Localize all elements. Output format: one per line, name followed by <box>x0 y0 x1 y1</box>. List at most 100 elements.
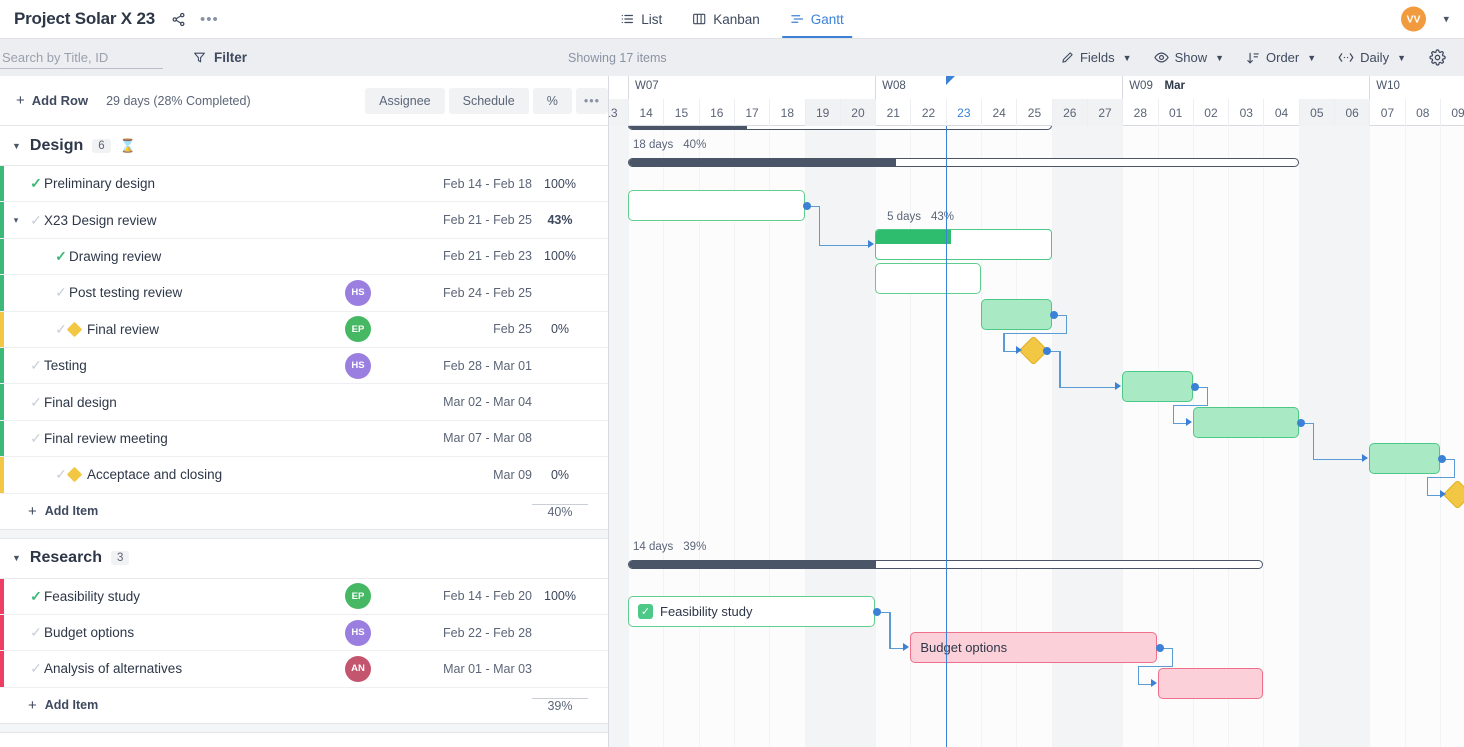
dependency-start-dot[interactable] <box>1296 418 1305 427</box>
fields-chevron-down-icon[interactable]: ▼ <box>1123 53 1132 63</box>
column-more-icon[interactable]: ••• <box>575 87 608 114</box>
task-list: ▼Design6⌛▼✓Preliminary designFeb 14 - Fe… <box>0 126 608 733</box>
gantt-summary-bar[interactable] <box>628 158 1299 167</box>
row-check-icon[interactable]: ✓ <box>28 394 44 411</box>
gantt-progress-bar[interactable] <box>875 229 1052 260</box>
share-icon[interactable] <box>171 12 186 27</box>
group-collapse-caret-icon[interactable]: ▼ <box>12 553 21 563</box>
row-check-icon[interactable]: ✓ <box>28 357 44 374</box>
fields-button[interactable]: Fields ▼ <box>1050 46 1143 69</box>
row-check-icon[interactable]: ✓ <box>28 212 44 229</box>
add-row-button[interactable]: + Add Row <box>16 92 88 109</box>
row-expand-caret-icon: ▼ <box>8 591 24 601</box>
gantt-task-bar[interactable] <box>1369 443 1440 474</box>
order-button[interactable]: Order ▼ <box>1235 46 1327 69</box>
table-row[interactable]: ▾ ✓ X23 Design review Feb 21 - Feb 25 43% <box>0 202 608 239</box>
gantt-task-bar[interactable] <box>981 299 1052 330</box>
add-item-row[interactable]: + Add Item 39% <box>0 687 608 724</box>
dependency-link <box>1312 422 1315 459</box>
avatar[interactable]: VV <box>1401 6 1426 32</box>
search-input[interactable] <box>0 46 163 69</box>
gantt-summary-progress-fill <box>629 561 877 568</box>
dependency-start-dot[interactable] <box>1042 346 1051 355</box>
dependency-start-dot[interactable] <box>1190 382 1199 391</box>
table-row[interactable]: ▼✓Final reviewEPFeb 250% <box>0 311 608 348</box>
table-row[interactable]: ▼ ✓Final design Mar 02 - Mar 04 <box>0 384 608 421</box>
tab-list[interactable]: List <box>618 0 664 38</box>
add-item-label: Add Item <box>44 504 99 519</box>
gantt-bar-caption: 5 days 43% <box>887 211 954 223</box>
row-expand-caret-icon[interactable]: ▾ <box>8 215 24 226</box>
gantt-task-bar[interactable]: Budget options <box>910 632 1158 663</box>
table-row[interactable]: ▼ ✓Post testing review HS Feb 24 - Feb 25 <box>0 275 608 312</box>
row-check-icon[interactable]: ✓ <box>28 175 44 192</box>
assignee-avatar[interactable]: AN <box>345 655 371 682</box>
gantt-task-bar[interactable]: ✓ Feasibility study <box>628 596 876 627</box>
add-item-button[interactable]: + Add Item <box>28 697 98 714</box>
bar-check-icon[interactable]: ✓ <box>638 604 653 619</box>
table-row[interactable]: ▼ ✓Testing HS Feb 28 - Mar 01 <box>0 347 608 385</box>
header-more-icon[interactable]: ••• <box>200 11 219 28</box>
filter-button[interactable]: Filter <box>193 50 247 65</box>
schedule-cell: Feb 21 - Feb 25 <box>443 213 532 228</box>
table-row[interactable]: ▼ ✓Drawing review Feb 21 - Feb 23 100% <box>0 238 608 276</box>
assignee-avatar[interactable]: EP <box>345 583 371 610</box>
user-menu-chevron-down-icon[interactable]: ▾ <box>1443 13 1449 26</box>
table-row[interactable]: ▼✓Acceptace and closingMar 090% <box>0 457 608 494</box>
timeline-header: W07 W08 W09 Mar W10 131415161718192021222324… <box>609 76 1464 126</box>
order-chevron-down-icon[interactable]: ▼ <box>1307 53 1316 63</box>
gantt-task-bar[interactable] <box>1122 371 1193 402</box>
assignee-avatar[interactable]: HS <box>345 352 371 379</box>
group-collapse-caret-icon[interactable]: ▼ <box>12 141 21 151</box>
table-row[interactable]: ▼ ✓Preliminary design Feb 14 - Feb 18 100% <box>0 166 608 203</box>
table-row[interactable]: ▼ ✓Final review meeting Mar 07 - Mar 08 <box>0 420 608 458</box>
row-status-accent <box>0 347 4 384</box>
show-button[interactable]: Show ▼ <box>1143 46 1235 69</box>
group-count: 3 <box>110 551 130 566</box>
row-check-icon[interactable]: ✓ <box>28 624 44 641</box>
gantt-task-bar[interactable] <box>875 263 981 294</box>
eye-icon <box>1153 50 1169 65</box>
row-expand-caret-icon: ▼ <box>8 179 24 189</box>
add-item-button[interactable]: + Add Item <box>28 503 98 520</box>
zoom-chevron-down-icon[interactable]: ▼ <box>1397 53 1406 63</box>
gantt-task-bar[interactable] <box>1157 668 1264 699</box>
dependency-link <box>818 205 821 245</box>
assignee-avatar[interactable]: HS <box>345 279 371 306</box>
table-row[interactable]: ▼ ✓Analysis of alternatives AN Mar 01 - Mar… <box>0 651 608 688</box>
gantt-summary-bar[interactable] <box>628 126 1052 130</box>
dependency-start-dot[interactable] <box>873 607 882 616</box>
dependency-start-dot[interactable] <box>802 201 811 210</box>
assignee-avatar[interactable]: HS <box>345 619 371 646</box>
row-check-icon[interactable]: ✓ <box>53 248 69 265</box>
assignee-avatar[interactable]: EP <box>345 316 371 343</box>
row-check-icon[interactable]: ✓ <box>53 284 69 301</box>
table-row[interactable]: ▼ ✓Budget options HS Feb 22 - Feb 28 <box>0 614 608 652</box>
dependency-start-dot[interactable] <box>1155 643 1164 652</box>
dependency-link <box>1312 458 1364 461</box>
tab-kanban[interactable]: Kanban <box>690 0 762 38</box>
task-name: Testing <box>44 358 87 373</box>
gear-icon[interactable] <box>1417 45 1454 70</box>
group-header-research[interactable]: ▼ Research 3 <box>0 538 608 579</box>
column-header-assignee[interactable]: Assignee <box>365 87 445 114</box>
zoom-level-button[interactable]: Daily ▼ <box>1327 46 1417 69</box>
timeline-day-19: 19 <box>804 99 840 126</box>
row-check-icon[interactable]: ✓ <box>28 588 44 605</box>
column-header-schedule[interactable]: Schedule <box>448 87 529 114</box>
column-header-percent[interactable]: % <box>532 87 572 114</box>
show-chevron-down-icon[interactable]: ▼ <box>1215 53 1224 63</box>
table-row[interactable]: ▼ ✓Feasibility study EP Feb 14 - Feb 20 100% <box>0 578 608 615</box>
showing-items-label: Showing 17 items <box>568 50 667 65</box>
gantt-task-bar[interactable] <box>1192 407 1299 438</box>
tab-gantt[interactable]: Gantt <box>781 0 852 38</box>
gantt-task-bar[interactable] <box>628 190 805 221</box>
dependency-start-dot[interactable] <box>1437 454 1446 463</box>
row-check-icon[interactable]: ✓ <box>28 660 44 677</box>
gantt-canvas: 18 days 40% 5 days 43% 14 days 39% ✓ Feasibilit… <box>609 126 1464 747</box>
dependency-start-dot[interactable] <box>1049 310 1058 319</box>
row-check-icon[interactable]: ✓ <box>28 430 44 447</box>
dependency-link <box>1058 350 1061 387</box>
group-header-design[interactable]: ▼ Design 6 ⌛ <box>0 126 608 166</box>
add-item-row[interactable]: + Add Item 40% <box>0 493 608 530</box>
